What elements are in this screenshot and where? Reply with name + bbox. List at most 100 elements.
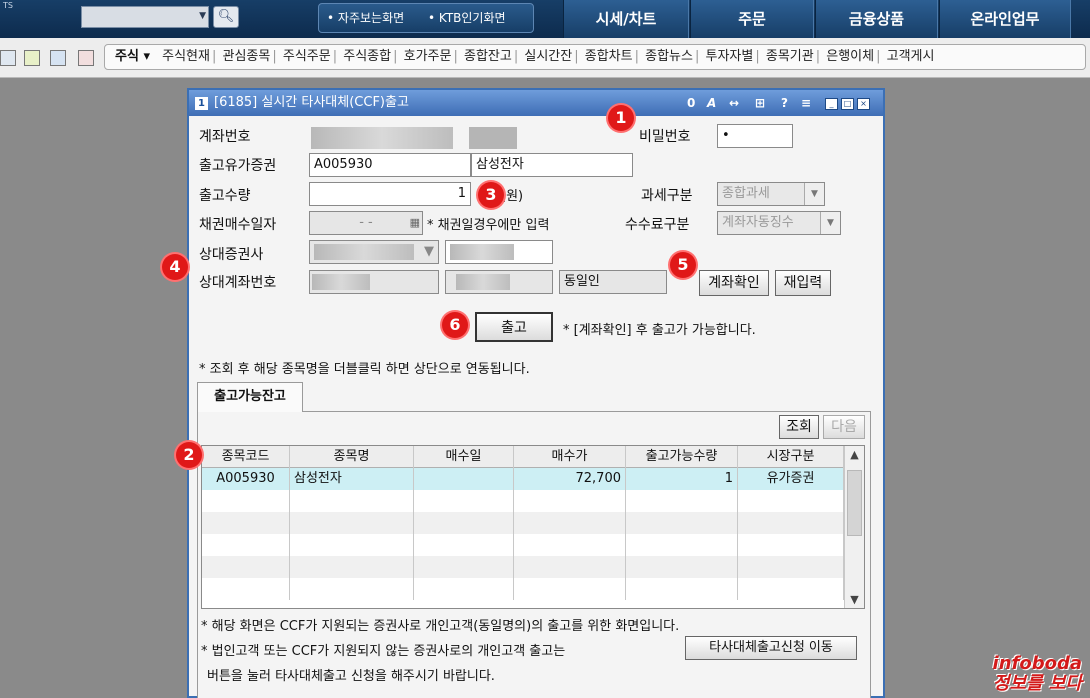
next-button: 다음: [823, 415, 865, 439]
bond-note: * 채권일경우에만 입력: [427, 218, 550, 233]
account-number-field[interactable]: [311, 127, 453, 149]
grid-header-row: 종목코드 종목명 매수일 매수가 출고가능수량 시장구분: [202, 446, 844, 468]
password-field[interactable]: •: [717, 124, 793, 148]
scroll-up-icon[interactable]: ▲: [845, 448, 864, 461]
toolbar-item[interactable]: 주식종합: [341, 49, 393, 64]
callout-marker: 2: [176, 442, 202, 468]
scroll-thumb[interactable]: [847, 470, 862, 536]
tab-balance[interactable]: 출고가능잔고: [197, 382, 303, 412]
dropdown-arrow-icon[interactable]: ▼: [199, 11, 206, 21]
account-name-field: [469, 127, 517, 149]
zero-icon[interactable]: 0: [687, 90, 695, 116]
callout-marker: 6: [442, 312, 468, 338]
counter-firm-select[interactable]: ▼: [309, 240, 439, 264]
move-to-transfer-request-button[interactable]: 타사대체출고신청 이동: [685, 636, 857, 660]
counter-account-field[interactable]: [309, 270, 439, 294]
ts-label: TS: [3, 1, 13, 10]
dblclick-note: * 조회 후 해당 종목명을 더블클릭 하면 상단으로 연동됩니다.: [199, 362, 530, 377]
callout-marker: 3: [478, 182, 504, 208]
cell-available-qty: 1: [626, 468, 738, 490]
stock-search-combo[interactable]: ▼: [81, 6, 209, 28]
password-label: 비밀번호: [639, 129, 691, 145]
submit-transfer-button[interactable]: 출고: [475, 312, 553, 342]
chevron-down-icon[interactable]: ▼: [424, 241, 434, 263]
toolbar-item[interactable]: 고객게시: [885, 49, 937, 64]
watermark: infoboda 정보를 보다: [992, 653, 1082, 694]
callout-marker: 5: [670, 252, 696, 278]
qty-label: 출고수량: [199, 188, 251, 204]
top-nav-bar: TS ▼ 🔍︎ • 자주보는화면 • KTB인기화면 시세/차트 주문 금융상품…: [0, 0, 1090, 38]
search-icon[interactable]: 🔍︎: [213, 6, 239, 28]
security-code-field[interactable]: A005930: [309, 153, 471, 177]
menu-financial-products[interactable]: 금융상품: [815, 0, 938, 38]
note-line-2: * 법인고객 또는 CCF가 지원되지 않는 증권사로의 개인고객 출고는: [201, 644, 566, 659]
menu-shortcut-group: 주식 ▾ 주식현재 | 관심종목 | 주식주문 | 주식종합 | 호가주문 | 종합잔고 |…: [104, 44, 1086, 70]
cell-buy-date: [414, 468, 514, 490]
bond-date-field[interactable]: - - ▦: [309, 211, 423, 235]
minimize-icon[interactable]: _: [825, 98, 838, 110]
save-icon[interactable]: [0, 50, 16, 66]
cell-market: 유가증권: [738, 468, 844, 490]
qty-field[interactable]: 1: [309, 182, 471, 206]
toolbar-item[interactable]: 종합차트: [583, 49, 635, 64]
check-account-button[interactable]: 계좌확인: [699, 270, 769, 296]
chevron-down-icon: ▼: [820, 212, 840, 234]
cell-name[interactable]: 삼성전자: [290, 468, 414, 490]
bond-date-label: 채권매수일자: [199, 217, 277, 233]
toolbar-item[interactable]: 실시간잔: [522, 49, 574, 64]
table-row[interactable]: A005930 삼성전자 72,700 1 유가증권: [202, 468, 844, 490]
monitor-icon[interactable]: [50, 50, 66, 66]
counter-firm-label: 상대증권사: [199, 247, 264, 263]
col-header-name[interactable]: 종목명: [290, 446, 414, 468]
query-button[interactable]: 조회: [779, 415, 819, 439]
help-icon[interactable]: ?: [781, 90, 788, 116]
grid-scrollbar[interactable]: ▲ ▼: [844, 446, 864, 608]
screen-icon[interactable]: [24, 50, 40, 66]
toolbar-item[interactable]: 종목기관: [764, 49, 816, 64]
font-icon[interactable]: A: [707, 90, 716, 116]
ccf-transfer-window: 1 [6185] 실시간 타사대체(CCF)출고 0 A ↔ ⊞ ? ≡ _ □…: [187, 88, 885, 698]
fee-label: 수수료구분: [625, 217, 690, 233]
menu-quotes-chart[interactable]: 시세/차트: [563, 0, 689, 38]
toolbar-item[interactable]: 종합잔고: [462, 49, 514, 64]
col-header-code[interactable]: 종목코드: [202, 446, 290, 468]
toolbar-item[interactable]: 주식주문: [281, 49, 333, 64]
calendar-icon[interactable]: [78, 50, 94, 66]
link-icon[interactable]: ↔: [729, 90, 739, 116]
counter-firm-name-field: [445, 240, 553, 264]
quick-link-favorites[interactable]: • 자주보는화면: [327, 11, 414, 25]
col-header-buy-date[interactable]: 매수일: [414, 446, 514, 468]
reset-button[interactable]: 재입력: [775, 270, 831, 296]
cell-buy-price: 72,700: [514, 468, 626, 490]
toolbar-item[interactable]: 투자자별: [704, 49, 756, 64]
col-header-available-qty[interactable]: 출고가능수량: [626, 446, 738, 468]
pin-icon[interactable]: ⊞: [755, 90, 765, 116]
qty-unit: (원): [501, 189, 524, 204]
note-line-3: 버튼을 눌러 타사대체출고 신청을 해주시기 바랍니다.: [207, 669, 495, 684]
table-row: [202, 534, 844, 556]
toolbar-stock-dropdown[interactable]: 주식 ▾: [105, 49, 156, 64]
toolbar-item[interactable]: 은행이체: [824, 49, 876, 64]
close-icon[interactable]: ×: [857, 98, 870, 110]
table-row: [202, 490, 844, 512]
scroll-down-icon[interactable]: ▼: [845, 593, 864, 606]
calendar-icon[interactable]: ▦: [410, 212, 420, 234]
toolbar-item[interactable]: 호가주문: [402, 49, 454, 64]
fee-select: 계좌자동징수 ▼: [717, 211, 841, 235]
toolbar-item[interactable]: 관심종목: [221, 49, 273, 64]
counter-account-label: 상대계좌번호: [199, 275, 277, 291]
list-icon[interactable]: ≡: [801, 90, 811, 116]
quick-link-popular[interactable]: • KTB인기화면: [428, 11, 516, 25]
toolbar-item[interactable]: 주식현재: [160, 49, 212, 64]
col-header-market[interactable]: 시장구분: [738, 446, 844, 468]
toolbar-item[interactable]: 종합뉴스: [643, 49, 695, 64]
menu-order[interactable]: 주문: [690, 0, 814, 38]
maximize-icon[interactable]: □: [841, 98, 854, 110]
menu-online-services[interactable]: 온라인업무: [939, 0, 1071, 38]
table-row: [202, 512, 844, 534]
window-titlebar[interactable]: 1 [6185] 실시간 타사대체(CCF)출고 0 A ↔ ⊞ ? ≡ _ □…: [189, 90, 883, 116]
col-header-buy-price[interactable]: 매수가: [514, 446, 626, 468]
quick-links: • 자주보는화면 • KTB인기화면: [318, 3, 534, 33]
chevron-down-icon: ▼: [804, 183, 824, 205]
window-number: 1: [195, 97, 208, 110]
